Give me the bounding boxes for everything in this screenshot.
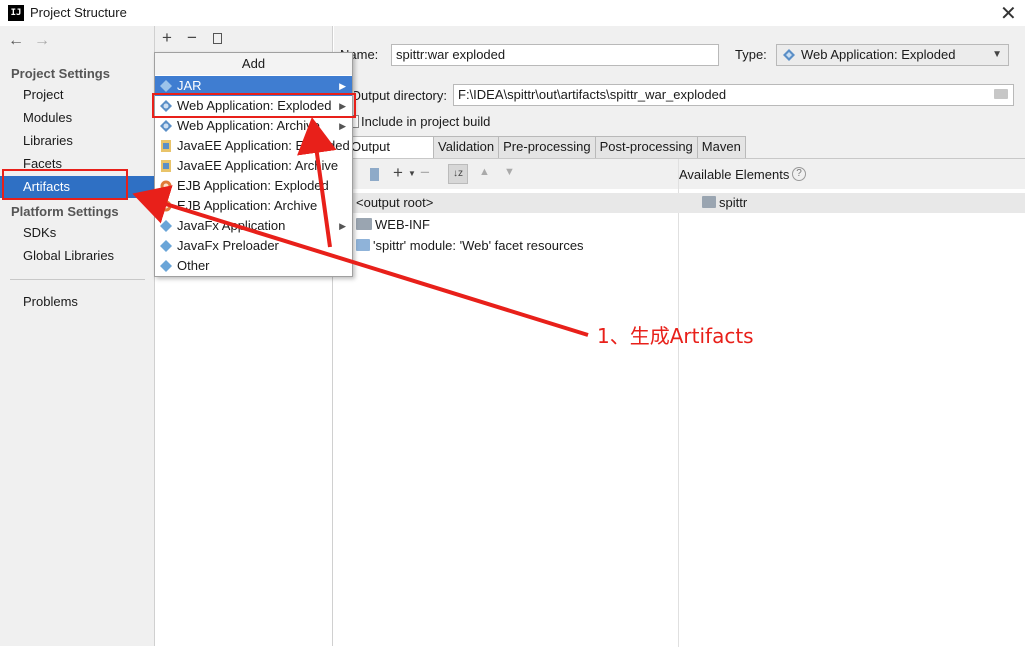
annotation-arrow-to-menu [297,117,337,248]
annotation-arrows [132,117,589,337]
annotation-text: 1、生成Artifacts [597,324,754,348]
annotation-arrow-to-artifacts [132,185,589,337]
